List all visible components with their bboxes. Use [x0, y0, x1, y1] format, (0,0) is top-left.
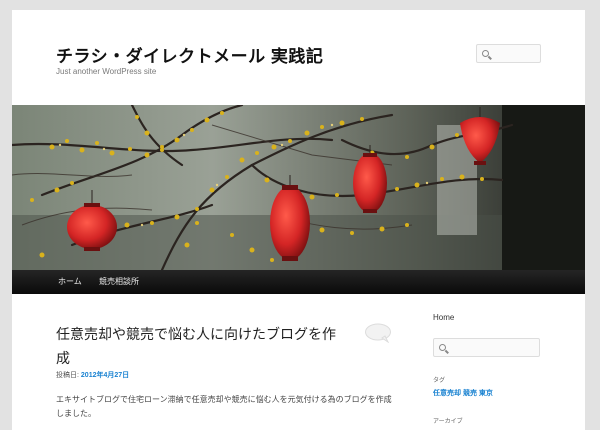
site-description: Just another WordPress site	[56, 67, 157, 76]
sidebar-tags-heading: タグ	[433, 378, 446, 384]
search-icon	[439, 344, 446, 351]
page: チラシ・ダイレクトメール 実践記 Just another WordPress …	[12, 10, 585, 430]
post-excerpt: エキサイトブログで住宅ローン滞納で任意売却や競売に悩む人を元気付ける為のブログを…	[56, 395, 392, 418]
comment-bubble-icon[interactable]	[364, 323, 392, 343]
header-search-input[interactable]	[476, 44, 541, 63]
nav-item-home[interactable]: ホーム	[58, 270, 82, 294]
sidebar-search-input[interactable]	[433, 338, 540, 357]
post-date-link[interactable]: 2012年4月27日	[81, 372, 129, 379]
header-image[interactable]	[12, 105, 585, 270]
nav-item-auction-consultation[interactable]: 競売相談所	[99, 270, 139, 294]
site-title[interactable]: チラシ・ダイレクトメール 実践記	[56, 42, 323, 67]
main-navigation: ホーム 競売相談所	[12, 270, 585, 294]
sidebar-archives-heading: アーカイブ	[433, 419, 463, 425]
sidebar-home-link[interactable]: Home	[433, 313, 454, 322]
post-title[interactable]: 任意売却や競売で悩む人に向けたブログを作成	[56, 322, 346, 370]
sidebar-tag-links[interactable]: 任意売却 競売 東京	[433, 388, 493, 398]
search-icon	[482, 50, 489, 57]
post-meta-label: 投稿日:	[56, 372, 79, 379]
post-meta: 投稿日: 2012年4月27日	[56, 370, 129, 380]
lantern-blossom-photo	[12, 105, 585, 270]
